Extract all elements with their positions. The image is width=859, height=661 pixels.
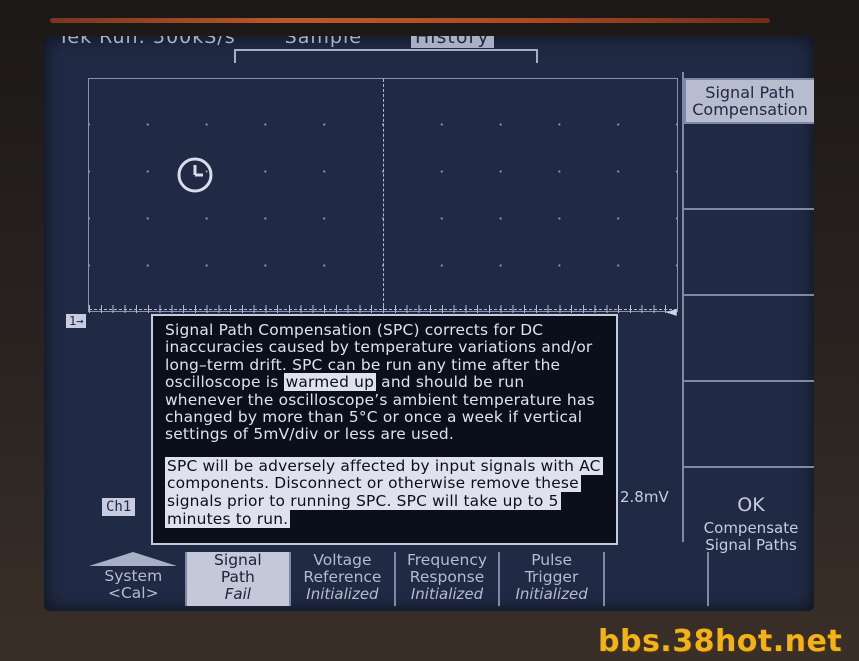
- clock-icon: [176, 156, 214, 194]
- oscilloscope-bezel: Tek Run: 500kS/s Sample History 1→ ◄ Ch1…: [0, 0, 859, 661]
- compensate-label: Compensate: [703, 519, 799, 537]
- voltage-reference-line2: Reference: [303, 568, 382, 586]
- spc-description: Signal Path Compensation (SPC) corrects …: [165, 321, 606, 444]
- pulse-trigger-line2: Trigger: [524, 568, 579, 586]
- ok-label: OK: [737, 494, 765, 516]
- pulse-trigger-line1: Pulse: [531, 551, 573, 569]
- triangle-up-icon: [89, 552, 178, 566]
- warmed-up-highlight: warmed up: [283, 373, 377, 392]
- side-menu-slot-2[interactable]: [684, 210, 814, 296]
- frequency-response-button[interactable]: Frequency Response Initialized: [396, 552, 501, 606]
- signal-path-line1: Signal: [214, 551, 262, 569]
- side-menu-title: Signal Path Compensation: [684, 78, 814, 124]
- voltage-reference-line1: Voltage: [313, 551, 372, 569]
- bottom-menu-empty-slot-1[interactable]: [605, 552, 710, 606]
- compensate-signal-paths-button[interactable]: OK Compensate Signal Paths: [686, 494, 814, 554]
- watermark-text: bbs.38hot.net: [598, 624, 843, 659]
- frequency-response-line2: Response: [409, 568, 485, 586]
- pulse-trigger-status: Initialized: [515, 585, 588, 603]
- bezel-glow: [50, 18, 770, 23]
- frequency-response-status: Initialized: [410, 585, 484, 603]
- bottom-menu: System <Cal> Signal Path Fail Voltage Re…: [82, 552, 814, 606]
- run-state: Tek Run: 500kS/s: [58, 36, 236, 48]
- side-menu-slot-1[interactable]: [684, 124, 814, 210]
- voltage-reference-status: Initialized: [306, 585, 379, 603]
- voltage-reference-button[interactable]: Voltage Reference Initialized: [291, 552, 396, 606]
- spc-warning-wrap: SPC will be adversely affected by input …: [165, 456, 606, 528]
- channel-ground-marker: 1→: [66, 314, 87, 328]
- side-menu: Signal Path Compensation OK Compensate S…: [682, 72, 814, 554]
- system-sub-label: <Cal>: [107, 584, 159, 602]
- trigger-level-icon: ◄: [666, 304, 677, 320]
- graticule-ticks: [89, 305, 677, 313]
- status-bar: Tek Run: 500kS/s Sample History: [58, 36, 536, 48]
- graticule-vertical-center: [383, 79, 384, 311]
- channel-1-label: Ch1: [102, 498, 136, 516]
- spc-info-dialog: Signal Path Compensation (SPC) corrects …: [151, 314, 618, 545]
- oscilloscope-screen: Tek Run: 500kS/s Sample History 1→ ◄ Ch1…: [44, 36, 814, 611]
- acquisition-mode: Sample: [284, 36, 362, 48]
- system-label: System: [104, 567, 163, 585]
- signal-path-button[interactable]: Signal Path Fail: [186, 551, 292, 606]
- system-cal-button[interactable]: System <Cal>: [82, 552, 187, 606]
- bottom-menu-empty-slot-2[interactable]: [709, 552, 814, 606]
- history-badge: History: [410, 36, 494, 48]
- waveform-graticule: [88, 78, 678, 313]
- side-menu-slot-4[interactable]: [684, 382, 814, 468]
- side-menu-slot-3[interactable]: [684, 296, 814, 382]
- signal-path-status: Fail: [224, 585, 251, 603]
- record-view-bracket: [234, 49, 538, 63]
- signal-path-line2: Path: [220, 568, 255, 586]
- scale-readout: 2.8mV: [620, 488, 669, 506]
- frequency-response-line1: Frequency: [406, 551, 488, 569]
- pulse-trigger-button[interactable]: Pulse Trigger Initialized: [500, 552, 605, 606]
- spc-warning: SPC will be adversely affected by input …: [165, 456, 603, 528]
